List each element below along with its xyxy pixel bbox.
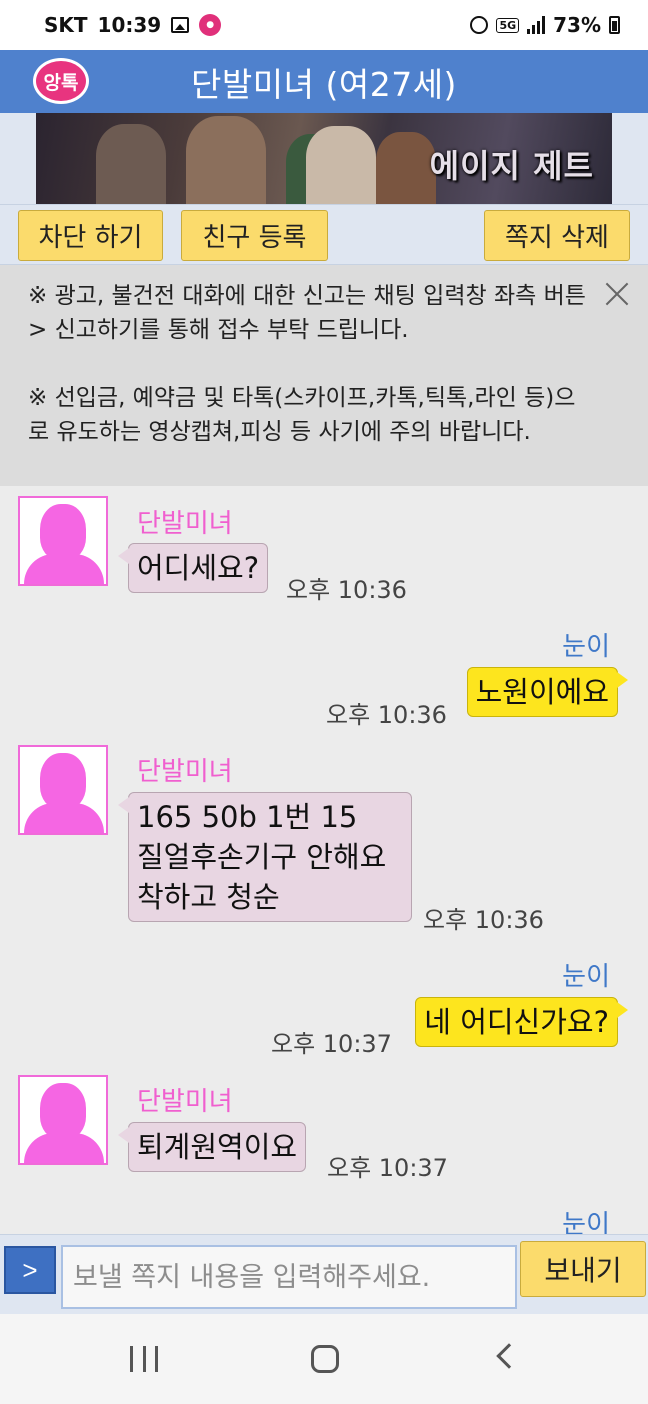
sender-name: 단발미녀 xyxy=(137,757,233,787)
ad-banner[interactable]: 에이지 제트 xyxy=(36,113,612,204)
chat-area[interactable]: 단발미녀 어디세요? 오후 10:36 눈이 노원이에요 오후 10:36 단발… xyxy=(0,486,648,1234)
app-header: 앙톡 단발미녀 (여27세) xyxy=(0,50,648,113)
send-button[interactable]: 보내기 xyxy=(520,1241,646,1297)
chat-menu-button[interactable]: > xyxy=(4,1246,56,1294)
banner-area: 에이지 제트 xyxy=(0,113,648,204)
sender-name: 단발미녀 xyxy=(137,1087,233,1117)
page-title: 단발미녀 (여27세) xyxy=(191,64,457,104)
system-nav-bar xyxy=(0,1314,648,1404)
message-time: 오후 10:36 xyxy=(423,906,544,934)
image-notification-icon xyxy=(171,17,190,33)
avatar[interactable] xyxy=(18,496,108,586)
clock: 10:39 xyxy=(97,13,162,37)
message-time: 오후 10:36 xyxy=(286,576,407,604)
close-icon[interactable] xyxy=(604,281,630,307)
message-time: 오후 10:36 xyxy=(326,701,447,729)
notice-fraud-text: ※ 선입금, 예약금 및 타톡(스카이프,카톡,틱톡,라인 등)으로 유도하는 … xyxy=(28,385,576,445)
message-bubble: 노원이에요 xyxy=(466,667,629,717)
message-line: 착하고 청순 xyxy=(137,880,280,914)
message-input[interactable] xyxy=(61,1245,517,1309)
alarm-icon xyxy=(470,16,489,34)
network-type: 5G xyxy=(496,17,520,33)
status-bar: SKT 10:39 ● 5G 73% xyxy=(0,0,648,50)
message-time: 오후 10:37 xyxy=(271,1030,392,1058)
message-bubble: 네 어디신가요? xyxy=(415,997,628,1047)
message-time: 오후 10:37 xyxy=(327,1154,448,1182)
action-bar: 차단 하기 친구 등록 쪽지 삭제 xyxy=(0,204,648,265)
sender-name: 눈이 xyxy=(562,962,610,992)
message-line: 질얼후손기구 안해요 xyxy=(137,840,387,874)
battery-percent: 73% xyxy=(553,13,601,37)
message-input-bar: > 보내기 xyxy=(0,1234,648,1314)
banner-title: 에이지 제트 xyxy=(429,147,594,185)
sender-name: 단발미녀 xyxy=(137,509,233,539)
message-bubble: 165 50b 1번 15 질얼후손기구 안해요 착하고 청순 xyxy=(118,792,412,922)
message-line: 165 50b 1번 15 xyxy=(137,800,358,834)
recent-apps-icon[interactable] xyxy=(130,1346,158,1372)
block-button[interactable]: 차단 하기 xyxy=(18,210,163,261)
message-bubble: 어디세요? xyxy=(117,543,269,593)
message-bubble: 퇴계원역이요 xyxy=(117,1122,307,1172)
chevron-right-icon: > xyxy=(22,1254,38,1285)
signal-icon xyxy=(527,16,546,34)
app-logo[interactable]: 앙톡 xyxy=(33,58,89,104)
battery-icon xyxy=(609,16,620,34)
add-friend-button[interactable]: 친구 등록 xyxy=(181,210,328,261)
back-icon[interactable] xyxy=(496,1343,522,1369)
notice-panel: ※ 광고, 불건전 대화에 대한 신고는 채팅 입력창 좌측 버튼 > 신고하기… xyxy=(0,265,648,486)
notice-report-text: ※ 광고, 불건전 대화에 대한 신고는 채팅 입력창 좌측 버튼 > 신고하기… xyxy=(28,283,586,343)
sender-name: 눈이 xyxy=(562,632,610,662)
home-icon[interactable] xyxy=(311,1345,339,1373)
avatar[interactable] xyxy=(18,1075,108,1165)
delete-message-button[interactable]: 쪽지 삭제 xyxy=(484,210,630,261)
app-notification-icon: ● xyxy=(199,14,222,36)
sender-name: 눈이 xyxy=(562,1210,610,1234)
avatar[interactable] xyxy=(18,745,108,835)
carrier-label: SKT xyxy=(44,13,88,37)
